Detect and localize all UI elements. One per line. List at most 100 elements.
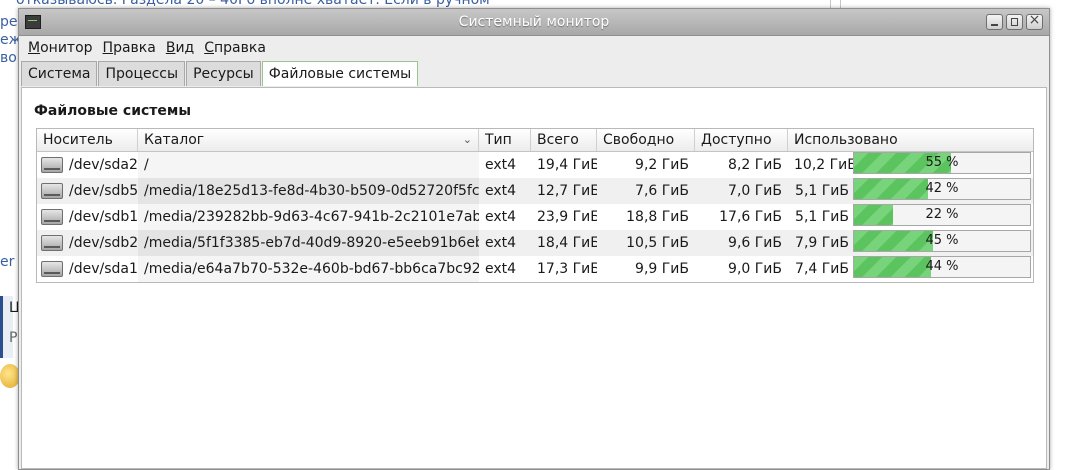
hard-disk-icon bbox=[41, 183, 63, 199]
maximize-button[interactable] bbox=[1006, 14, 1023, 30]
used-cell: 7,9 ГиБ bbox=[795, 235, 849, 251]
usage-bar-cell: 44 % bbox=[853, 256, 1033, 282]
available-cell: 17,6 ГиБ bbox=[719, 209, 782, 225]
window-titlebar[interactable]: Системный монитор bbox=[19, 9, 1049, 36]
column-header-type[interactable]: Тип bbox=[479, 129, 531, 151]
table-row[interactable]: /dev/sda2 / ext4 19,4 ГиБ 9,2 ГиБ 8,2 Ги… bbox=[37, 152, 1033, 178]
tab-resources[interactable]: Ресурсы bbox=[186, 61, 261, 86]
table-row[interactable]: /dev/sdb5 /media/18e25d13-fe8d-4b30-b509… bbox=[37, 178, 1033, 204]
table-header: Носитель Каталог ⌄ Тип Всего Свободно До… bbox=[37, 129, 1033, 152]
column-header-directory-label: Каталог bbox=[144, 132, 205, 148]
menubar: Монитор Правка Вид Справка bbox=[19, 36, 1049, 60]
menu-help[interactable]: Справка bbox=[199, 40, 271, 56]
type-cell: ext4 bbox=[485, 209, 517, 225]
window-title: Системный монитор bbox=[458, 14, 610, 30]
directory-cell: / bbox=[138, 152, 479, 178]
background-text-fragment: er bbox=[0, 254, 15, 270]
background-text-fragment: ре bbox=[0, 14, 18, 30]
directory-cell: /media/239282bb-9d63-4c67-941b-2c2101e7a… bbox=[138, 204, 479, 230]
system-monitor-window: Системный монитор Монитор Правка Вид Спр… bbox=[18, 8, 1050, 470]
device-name: /dev/sda1 bbox=[69, 261, 138, 277]
free-cell: 9,2 ГиБ bbox=[635, 157, 689, 173]
menu-edit[interactable]: Правка bbox=[98, 40, 161, 56]
column-header-device[interactable]: Носитель bbox=[37, 129, 138, 151]
used-cell: 10,2 ГиБ bbox=[794, 157, 853, 173]
device-cell: /dev/sdb5 bbox=[37, 178, 138, 204]
usage-progress-bar: 22 % bbox=[853, 204, 1031, 226]
device-cell: /dev/sda2 bbox=[37, 152, 138, 178]
total-cell: 19,4 ГиБ bbox=[537, 157, 597, 173]
menu-view[interactable]: Вид bbox=[161, 40, 199, 56]
column-header-available[interactable]: Доступно bbox=[695, 129, 788, 151]
usage-bar-cell: 42 % bbox=[853, 178, 1033, 204]
total-cell: 17,3 ГиБ bbox=[537, 261, 597, 277]
tab-bar: Система Процессы Ресурсы Файловые систем… bbox=[19, 60, 1049, 86]
directory-cell: /media/5f1f3385-eb7d-40d9-8920-e5eeb91b6… bbox=[138, 230, 479, 256]
device-name: /dev/sdb5 bbox=[69, 183, 138, 199]
window-controls bbox=[986, 12, 1043, 30]
total-cell: 18,4 ГиБ bbox=[537, 235, 597, 251]
menu-mnemonic: С bbox=[204, 40, 214, 56]
background-text-fragment: во bbox=[0, 50, 17, 66]
usage-bar-cell: 45 % bbox=[853, 230, 1033, 256]
usage-percent-label: 44 % bbox=[925, 259, 959, 274]
close-button[interactable] bbox=[1026, 12, 1043, 30]
hard-disk-icon bbox=[41, 235, 63, 251]
tab-file-systems[interactable]: Файловые системы bbox=[261, 61, 419, 86]
column-header-directory[interactable]: Каталог ⌄ bbox=[138, 129, 479, 151]
panel-title: Файловые системы bbox=[34, 103, 192, 119]
menu-monitor[interactable]: Монитор bbox=[23, 40, 98, 56]
usage-percent-label: 45 % bbox=[925, 233, 959, 248]
tab-system[interactable]: Система bbox=[21, 61, 98, 86]
file-systems-panel: Файловые системы Носитель Каталог ⌄ Тип … bbox=[21, 87, 1047, 469]
usage-bar-cell: 55 % bbox=[853, 152, 1033, 178]
background-text-line: отказываюсь. Раздела 20 – 40Гб вполне хв… bbox=[16, 0, 490, 8]
usage-percent-label: 55 % bbox=[925, 155, 959, 170]
total-cell: 23,9 ГиБ bbox=[537, 209, 597, 225]
table-row[interactable]: /dev/sdb1 /media/239282bb-9d63-4c67-941b… bbox=[37, 204, 1033, 230]
usage-progress-bar: 45 % bbox=[853, 230, 1031, 252]
available-cell: 9,0 ГиБ bbox=[728, 261, 782, 277]
menu-label-rest: ид bbox=[175, 40, 195, 56]
column-header-used[interactable]: Использовано bbox=[788, 129, 1033, 151]
device-name: /dev/sda2 bbox=[69, 157, 138, 173]
menu-mnemonic: М bbox=[28, 40, 41, 56]
available-cell: 7,0 ГиБ bbox=[728, 183, 782, 199]
background-quote-box: Ц P bbox=[0, 296, 20, 358]
used-cell: 5,1 ГиБ bbox=[795, 183, 849, 199]
usage-progress-bar: 44 % bbox=[853, 256, 1031, 278]
usage-bar-cell: 22 % bbox=[853, 204, 1033, 230]
device-name: /dev/sdb1 bbox=[69, 209, 138, 225]
menu-label-rest: правка bbox=[214, 40, 266, 56]
type-cell: ext4 bbox=[485, 157, 517, 173]
type-cell: ext4 bbox=[485, 183, 517, 199]
free-cell: 10,5 ГиБ bbox=[626, 235, 689, 251]
hard-disk-icon bbox=[41, 261, 63, 277]
available-cell: 8,2 ГиБ bbox=[728, 157, 782, 173]
smiley-icon bbox=[0, 364, 20, 388]
used-cell: 7,4 ГиБ bbox=[795, 261, 849, 277]
hard-disk-icon bbox=[41, 157, 63, 173]
tab-processes[interactable]: Процессы bbox=[98, 61, 186, 86]
table-row[interactable]: /dev/sda1 /media/e64a7b70-532e-460b-bd67… bbox=[37, 256, 1033, 282]
sort-chevron-down-icon: ⌄ bbox=[462, 133, 472, 146]
table-row[interactable]: /dev/sdb2 /media/5f1f3385-eb7d-40d9-8920… bbox=[37, 230, 1033, 256]
usage-progress-bar: 42 % bbox=[853, 178, 1031, 200]
column-header-free[interactable]: Свободно bbox=[597, 129, 695, 151]
menu-mnemonic: П bbox=[102, 40, 114, 56]
background-text-fragment: P bbox=[9, 330, 18, 346]
usage-progress-bar: 55 % bbox=[853, 152, 1031, 174]
total-cell: 12,7 ГиБ bbox=[537, 183, 597, 199]
usage-percent-label: 22 % bbox=[925, 207, 959, 222]
device-cell: /dev/sdb1 bbox=[37, 204, 138, 230]
type-cell: ext4 bbox=[485, 261, 517, 277]
minimize-button[interactable] bbox=[986, 14, 1003, 30]
available-cell: 9,6 ГиБ bbox=[728, 235, 782, 251]
file-systems-table: Носитель Каталог ⌄ Тип Всего Свободно До… bbox=[36, 128, 1034, 283]
free-cell: 9,9 ГиБ bbox=[635, 261, 689, 277]
free-cell: 7,6 ГиБ bbox=[635, 183, 689, 199]
directory-cell: /media/18e25d13-fe8d-4b30-b509-0d52720f5… bbox=[138, 178, 479, 204]
menu-label-rest: равка bbox=[113, 40, 156, 56]
type-cell: ext4 bbox=[485, 235, 517, 251]
column-header-total[interactable]: Всего bbox=[531, 129, 597, 151]
